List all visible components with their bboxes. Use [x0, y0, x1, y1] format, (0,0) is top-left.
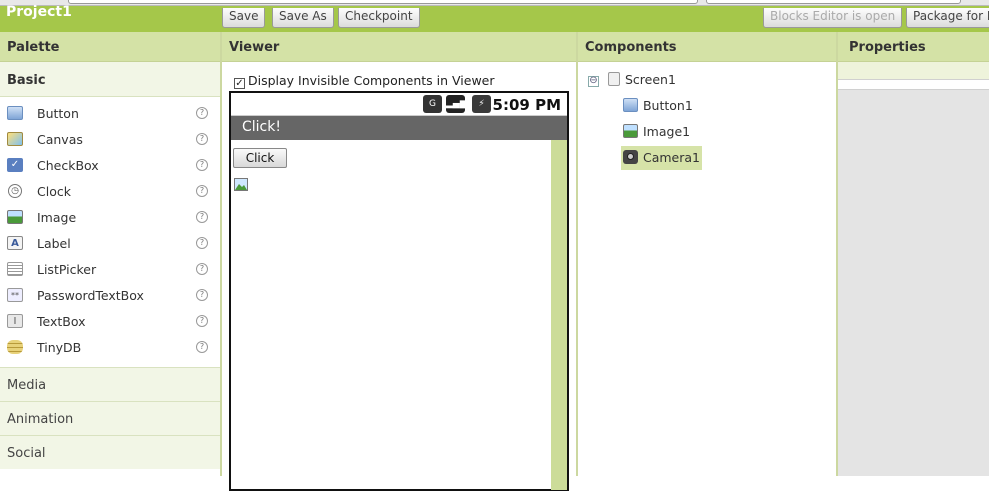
checkbox[interactable]: ✓ — [234, 78, 245, 89]
palette-header: Palette — [0, 32, 220, 62]
app-header: Project1 Save Save As Checkpoint Blocks … — [0, 4, 989, 32]
address-bar[interactable] — [68, 0, 698, 4]
help-icon[interactable]: ? — [196, 185, 208, 197]
collapse-icon[interactable]: ⊖ — [588, 76, 599, 87]
properties-title-strip — [838, 62, 989, 80]
button-icon — [7, 106, 23, 120]
palette-item-label: CheckBox — [37, 158, 99, 173]
palette-item-label: TextBox — [37, 314, 86, 329]
gprs-icon: G — [423, 95, 442, 113]
help-icon[interactable]: ? — [196, 289, 208, 301]
battery-icon: ⚡ — [472, 95, 491, 113]
clock-icon: ◷ — [8, 184, 22, 198]
display-invisible-label: Display Invisible Components in Viewer — [248, 73, 495, 88]
palette-item-passwordtextbox[interactable]: ** PasswordTextBox ? — [0, 283, 220, 309]
palette-item-image[interactable]: Image ? — [0, 205, 220, 231]
palette-item-label: Label — [37, 236, 71, 251]
palette-item-textbox[interactable]: I TextBox ? — [0, 309, 220, 335]
palette-item-canvas[interactable]: Canvas ? — [0, 127, 220, 153]
properties-list — [838, 80, 989, 90]
help-icon[interactable]: ? — [196, 211, 208, 223]
palette-group-basic[interactable]: Basic — [0, 62, 220, 97]
help-icon[interactable]: ? — [196, 107, 208, 119]
palette-item-label: Clock — [37, 184, 71, 199]
camera-icon — [623, 150, 638, 164]
properties-panel — [838, 62, 989, 476]
help-icon[interactable]: ? — [196, 341, 208, 353]
components-panel: ⊖ Screen1 Button1 Image1 Camera1 — [578, 62, 836, 476]
phone-status-bar: G ▂▄▆ ⚡ 5:09 PM — [231, 93, 567, 116]
tree-item-button1[interactable]: Button1 — [623, 98, 693, 122]
label-icon: A — [7, 236, 23, 250]
blocks-editor-button[interactable]: Blocks Editor is open — [763, 8, 903, 28]
help-icon[interactable]: ? — [196, 133, 208, 145]
palette-group-media[interactable]: Media — [0, 367, 220, 401]
project-title: Project1 — [6, 4, 72, 20]
palette-item-label: Button — [37, 106, 79, 121]
click-button[interactable]: Click — [233, 148, 287, 168]
signal-icon: ▂▄▆ — [446, 95, 467, 113]
browser-search-box[interactable] — [706, 0, 961, 4]
tree-item-image1[interactable]: Image1 — [623, 124, 690, 148]
palette-item-label: ListPicker — [37, 262, 97, 277]
viewer-panel: ✓ Display Invisible Components in Viewer … — [222, 62, 576, 491]
checkbox-icon: ✓ — [7, 158, 23, 172]
palette-item-tinydb[interactable]: TinyDB ? — [0, 335, 220, 361]
palette-item-button[interactable]: Button ? — [0, 101, 220, 127]
canvas-icon — [7, 132, 23, 146]
properties-header: Properties — [838, 32, 989, 62]
save-as-button[interactable]: Save As — [272, 8, 334, 28]
database-icon — [7, 340, 23, 354]
save-button[interactable]: Save — [222, 8, 266, 28]
components-header: Components — [578, 32, 836, 62]
button-icon — [623, 98, 638, 112]
image-placeholder-icon[interactable] — [234, 178, 248, 191]
tree-item-label: Screen1 — [624, 72, 676, 87]
screen-title-bar: Click! — [231, 116, 567, 140]
palette-item-label: Canvas — [37, 132, 83, 147]
tree-item-label: Button1 — [642, 98, 693, 113]
image-icon — [623, 124, 638, 138]
screen-icon — [608, 72, 620, 86]
image-icon — [7, 210, 23, 224]
palette-panel: Basic Button ? Canvas ? ✓ CheckBox ? ◷ C… — [0, 62, 220, 476]
palette-item-listpicker[interactable]: ListPicker ? — [0, 257, 220, 283]
phone-preview: G ▂▄▆ ⚡ 5:09 PM Click! Click — [229, 91, 569, 491]
password-icon: ** — [7, 288, 23, 302]
display-invisible-toggle[interactable]: ✓ Display Invisible Components in Viewer — [234, 73, 495, 89]
checkpoint-button[interactable]: Checkpoint — [338, 8, 420, 28]
help-icon[interactable]: ? — [196, 159, 208, 171]
listpicker-icon — [7, 262, 23, 276]
help-icon[interactable]: ? — [196, 237, 208, 249]
help-icon[interactable]: ? — [196, 315, 208, 327]
tree-item-label: Camera1 — [642, 150, 700, 165]
tree-item-camera1[interactable]: Camera1 — [621, 146, 702, 170]
palette-group-social[interactable]: Social — [0, 435, 220, 469]
tree-item-label: Image1 — [642, 124, 691, 139]
palette-item-label: PasswordTextBox — [37, 288, 144, 303]
palette-group-animation[interactable]: Animation — [0, 401, 220, 435]
palette-item-clock[interactable]: ◷ Clock ? — [0, 179, 220, 205]
palette-item-label: Image — [37, 210, 77, 225]
help-icon[interactable]: ? — [196, 263, 208, 275]
palette-item-label: TinyDB — [37, 340, 82, 355]
palette-item-label[interactable]: A Label ? — [0, 231, 220, 257]
screen-body: Click — [231, 140, 567, 490]
viewer-header: Viewer — [222, 32, 576, 62]
textbox-icon: I — [7, 314, 23, 328]
package-button[interactable]: Package for P — [906, 8, 989, 28]
palette-item-checkbox[interactable]: ✓ CheckBox ? — [0, 153, 220, 179]
tree-item-screen1[interactable]: Screen1 — [608, 72, 676, 96]
status-time: 5:09 PM — [492, 96, 561, 114]
screen-scrollbar[interactable] — [551, 140, 567, 490]
